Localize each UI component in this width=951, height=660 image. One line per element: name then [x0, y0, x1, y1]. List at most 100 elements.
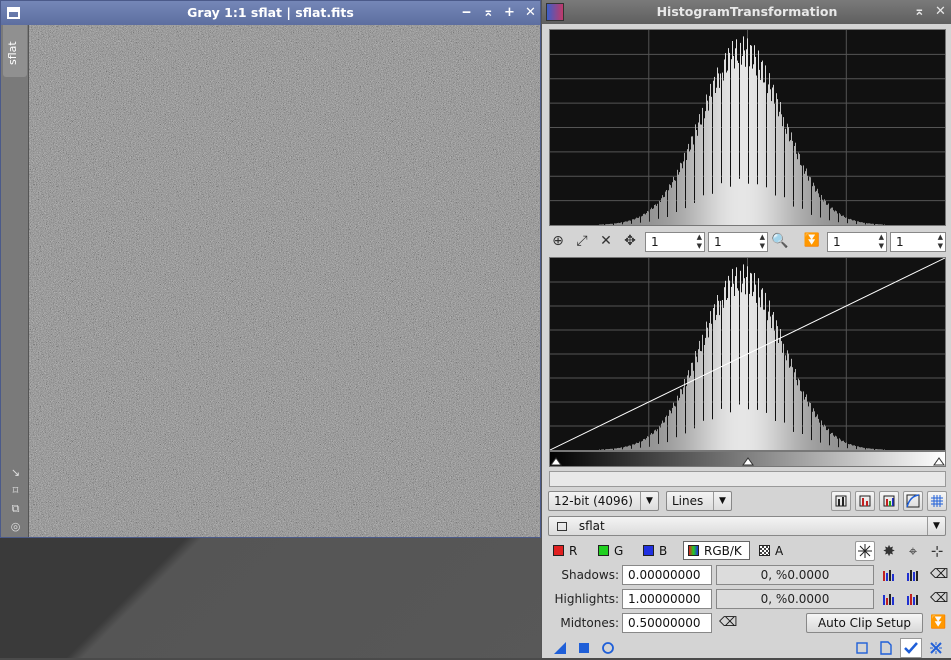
- real-time-preview-icon[interactable]: [600, 640, 616, 656]
- histogram-bar: [791, 358, 792, 450]
- histogram-bar: [713, 80, 714, 225]
- zoom-fit-icon[interactable]: ⤢: [572, 231, 592, 251]
- chevron-down-icon[interactable]: ▼: [927, 517, 945, 535]
- new-instance-icon[interactable]: [552, 640, 568, 656]
- reset-midtones-icon[interactable]: ⌫: [719, 615, 737, 631]
- histogram-bar: [677, 169, 678, 225]
- chevron-down-icon[interactable]: ▼: [640, 492, 658, 510]
- highlights-auto-icon[interactable]: [881, 591, 897, 607]
- zoom-reset-icon[interactable]: ✕: [596, 231, 616, 251]
- histogram-bar: [661, 423, 662, 450]
- shadows-auto-icon[interactable]: [881, 567, 897, 583]
- histogram-bar: [740, 42, 741, 225]
- crosshair-icon[interactable]: ⊹: [927, 541, 947, 561]
- channel-b-button[interactable]: B: [643, 543, 667, 559]
- close-icon[interactable]: ✕: [523, 5, 538, 20]
- view-select[interactable]: sflat ▼: [548, 516, 946, 536]
- grid-icon[interactable]: [927, 491, 947, 511]
- rejected-pixels-icon[interactable]: [831, 491, 851, 511]
- histogram-bar: [792, 367, 793, 450]
- histogram-titlebar[interactable]: HistogramTransformation ⌅ ✕: [542, 0, 951, 24]
- reset-icon[interactable]: [928, 640, 944, 656]
- histogram-bar: [848, 444, 849, 450]
- zoom-v-bottom-spin[interactable]: 1 ▲ ▼: [890, 232, 946, 252]
- midtones-handle[interactable]: [742, 457, 754, 466]
- maximize-icon[interactable]: +: [502, 5, 517, 20]
- transfer-slider[interactable]: [549, 451, 946, 467]
- shade-icon[interactable]: ⌅: [481, 5, 496, 20]
- channel-r-button[interactable]: R: [553, 543, 577, 559]
- zoom-h-top-spin[interactable]: 1 ▲ ▼: [645, 232, 705, 252]
- histogram-bar: [716, 87, 717, 225]
- mask-icon[interactable]: ◎: [9, 520, 22, 533]
- close-icon[interactable]: ✕: [933, 4, 948, 19]
- zoom-h-bottom-spin[interactable]: 1 ▲ ▼: [827, 232, 887, 252]
- apply-icon[interactable]: [900, 638, 922, 658]
- histogram-bar: [882, 449, 883, 450]
- histogram-bar: [840, 439, 841, 450]
- highlights-input[interactable]: 1.00000000: [622, 589, 712, 609]
- pixel-readout-icon[interactable]: ✸: [879, 541, 899, 561]
- readout-cross-icon[interactable]: [855, 541, 875, 561]
- histogram-bar: [811, 214, 812, 225]
- output-histogram[interactable]: [549, 257, 946, 451]
- shadows-input[interactable]: 0.00000000: [622, 565, 712, 585]
- histogram-scrollbar[interactable]: [549, 471, 946, 487]
- histogram-bar: [845, 443, 846, 450]
- arrow-diag-icon[interactable]: ↘: [9, 466, 22, 479]
- histogram-bar: [755, 56, 756, 225]
- double-chevron-down-icon[interactable]: ⏬: [802, 231, 822, 251]
- spin-arrows-icon[interactable]: ▲ ▼: [938, 233, 943, 251]
- document-icon[interactable]: [878, 640, 894, 656]
- histogram-bar: [659, 426, 660, 450]
- histogram-transformation-panel[interactable]: HistogramTransformation ⌅ ✕ ⊕ ⤢ ✕ ✥ 1 ▲ ▼…: [541, 0, 951, 658]
- histogram-bar: [621, 447, 622, 450]
- shadows-auto-all-icon[interactable]: [905, 567, 921, 583]
- histogram-bar: [737, 60, 738, 225]
- channel-g-button[interactable]: G: [598, 543, 623, 559]
- histogram-bar: [832, 207, 833, 225]
- spin-arrows-icon[interactable]: ▲ ▼: [879, 233, 884, 251]
- pan-icon[interactable]: ✥: [620, 231, 640, 251]
- minimize-icon[interactable]: ‒: [459, 5, 474, 20]
- transfer-curve-icon[interactable]: [903, 491, 923, 511]
- double-chevron-down-icon[interactable]: ⏬: [930, 615, 946, 631]
- histogram-bar: [688, 143, 689, 225]
- midtones-input[interactable]: 0.50000000: [622, 613, 712, 633]
- clone-icon[interactable]: ⧉: [9, 502, 22, 515]
- image-window[interactable]: Gray 1:1 sflat | sflat.fits ‒ ⌅ + ✕ sfla…: [0, 0, 541, 538]
- reset-shadows-icon[interactable]: ⌫: [930, 567, 948, 583]
- histogram-bar: [880, 224, 881, 225]
- reset-highlights-icon[interactable]: ⌫: [930, 591, 948, 607]
- spin-arrows-icon[interactable]: ▲ ▼: [760, 233, 765, 251]
- resolution-select[interactable]: 12-bit (4096) ▼: [548, 491, 659, 511]
- zoom-icon[interactable]: 🔍: [770, 231, 790, 251]
- multi-histogram-icon[interactable]: [879, 491, 899, 511]
- highlights-handle[interactable]: [933, 457, 945, 466]
- browse-documentation-icon[interactable]: [854, 640, 870, 656]
- graph-style-select[interactable]: Lines ▼: [666, 491, 732, 511]
- crosshair-icon[interactable]: ⊕: [548, 231, 568, 251]
- auto-clip-setup-button[interactable]: Auto Clip Setup: [806, 613, 923, 633]
- histogram-bar: [760, 79, 761, 225]
- crosshair-plus-icon[interactable]: ⌖: [903, 541, 923, 561]
- spin-arrows-icon[interactable]: ▲ ▼: [697, 233, 702, 251]
- red-histogram-icon[interactable]: [855, 491, 875, 511]
- highlights-auto-all-icon[interactable]: [905, 591, 921, 607]
- fit-icon[interactable]: ⌑: [9, 484, 22, 497]
- view-tab-sflat[interactable]: sflat: [3, 25, 27, 77]
- zoom-v-top-spin[interactable]: 1 ▲ ▼: [708, 232, 768, 252]
- image-canvas[interactable]: [29, 25, 540, 537]
- histogram-bar: [656, 205, 657, 225]
- input-histogram[interactable]: [549, 29, 946, 226]
- histogram-bar: [660, 427, 661, 450]
- histogram-bar: [879, 224, 880, 225]
- channel-rgbk-button[interactable]: RGB/K: [683, 541, 750, 560]
- histogram-bar: [698, 349, 699, 450]
- shadows-handle[interactable]: [550, 457, 562, 466]
- channel-a-button[interactable]: A: [759, 543, 783, 559]
- apply-global-icon[interactable]: [576, 640, 592, 656]
- chevron-down-icon[interactable]: ▼: [713, 492, 731, 510]
- shade-icon[interactable]: ⌅: [912, 4, 927, 19]
- image-window-titlebar[interactable]: Gray 1:1 sflat | sflat.fits ‒ ⌅ + ✕: [1, 1, 540, 25]
